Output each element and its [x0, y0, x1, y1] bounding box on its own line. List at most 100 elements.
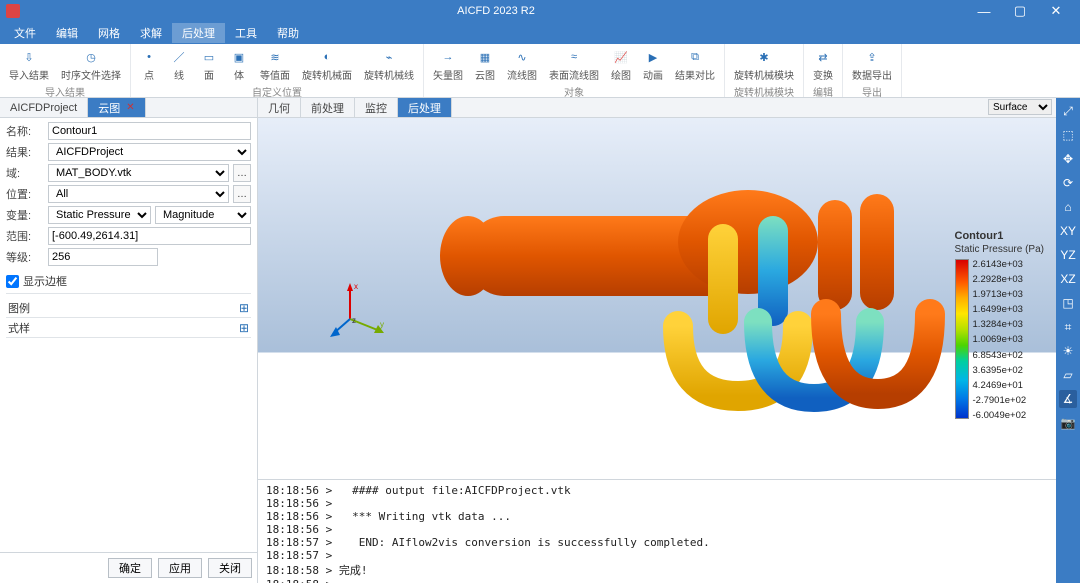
legend-ticks: 2.6143e+032.2928e+031.9713e+031.6499e+03… [973, 259, 1027, 421]
ok-button[interactable]: 确定 [108, 558, 152, 578]
menu-item-2[interactable]: 网格 [88, 23, 130, 43]
anim-button[interactable]: ▶动画 [640, 46, 666, 84]
expand-icon: ⊞ [239, 321, 249, 335]
import-button[interactable]: ⇩导入结果 [6, 46, 52, 84]
result-select[interactable]: AICFDProject [48, 143, 251, 161]
3d-viewport[interactable]: x y z Contour1 Static Pressure (Pa) 2.61… [258, 118, 1056, 479]
render-mode-select[interactable]: Surface [988, 99, 1052, 115]
close-icon[interactable]: ✕ [126, 102, 134, 113]
show-border-checkbox[interactable] [6, 275, 19, 288]
menu-item-6[interactable]: 帮助 [267, 23, 309, 43]
viewport-tabs: 几何前处理监控后处理 Surface [258, 98, 1056, 118]
xy-plane-icon[interactable]: XY [1059, 222, 1077, 240]
close-panel-button[interactable]: 关闭 [208, 558, 252, 578]
prop-label-result: 结果: [6, 144, 44, 160]
legend-expander[interactable]: 图例⊞ [6, 298, 251, 318]
menu-item-1[interactable]: 编辑 [46, 23, 88, 43]
streamline-icon: ∿ [513, 48, 531, 66]
export-button[interactable]: ⇪数据导出 [849, 46, 895, 84]
property-sidebar: AICFDProject云图✕ 名称: 结果: AICFDProject 域: … [0, 98, 258, 583]
variable-select[interactable]: Static Pressure [48, 206, 151, 224]
clock-icon: ◷ [82, 48, 100, 66]
prop-label-name: 名称: [6, 123, 44, 139]
point-button[interactable]: •点 [137, 46, 161, 84]
range-input[interactable] [48, 227, 251, 245]
maximize-button[interactable]: ▢ [1002, 0, 1038, 22]
sidebar-tab-0[interactable]: AICFDProject [0, 98, 88, 117]
transform-button[interactable]: ⇄变换 [810, 46, 836, 84]
vector-button[interactable]: →矢量图 [430, 46, 466, 84]
rotate-icon[interactable]: ⟳ [1059, 174, 1077, 192]
line-button[interactable]: ／线 [167, 46, 191, 84]
export-icon: ⇪ [863, 48, 881, 66]
legend-title: Contour1 [955, 230, 1044, 242]
view-tab-3[interactable]: 后处理 [398, 98, 452, 117]
levels-input[interactable] [48, 248, 158, 266]
turbo-line-icon: ⌁ [380, 48, 398, 66]
menu-item-5[interactable]: 工具 [225, 23, 267, 43]
location-more-button[interactable]: … [233, 185, 251, 203]
ribbon-toolbar: ⇩导入结果◷时序文件选择导入结果•点／线▭面▣体≋等值面◐旋转机械面⌁旋转机械线… [0, 44, 1080, 98]
style-expander[interactable]: 式样⊞ [6, 318, 251, 338]
measure-icon[interactable]: ∡ [1059, 390, 1077, 408]
view-tab-2[interactable]: 监控 [355, 98, 398, 117]
show-border-row[interactable]: 显示边框 [6, 269, 251, 294]
xz-plane-icon[interactable]: XZ [1059, 270, 1077, 288]
variable-mode-select[interactable]: Magnitude [155, 206, 251, 224]
light-icon[interactable]: ☀ [1059, 342, 1077, 360]
turbo-mod-button[interactable]: ✱旋转机械模块 [731, 46, 797, 84]
volume-button[interactable]: ▣体 [227, 46, 251, 84]
turbo-line-button[interactable]: ⌁旋转机械线 [361, 46, 417, 84]
app-title: AICFD 2023 R2 [26, 5, 966, 17]
compare-icon: ⧉ [686, 48, 704, 66]
sidebar-tab-1[interactable]: 云图✕ [88, 98, 145, 117]
contour-button[interactable]: ▦云图 [472, 46, 498, 84]
menu-item-0[interactable]: 文件 [4, 23, 46, 43]
domain-select[interactable]: MAT_BODY.vtk [48, 164, 229, 182]
transform-icon: ⇄ [814, 48, 832, 66]
reset-icon[interactable]: ⌂ [1059, 198, 1077, 216]
legend-tick: 2.2928e+03 [973, 274, 1027, 285]
vector-icon: → [439, 48, 457, 66]
plot-icon: 📈 [612, 48, 630, 66]
apply-button[interactable]: 应用 [158, 558, 202, 578]
view-tab-0[interactable]: 几何 [258, 98, 301, 117]
plot-button[interactable]: 📈绘图 [608, 46, 634, 84]
right-toolstrip: ⤢ ⬚ ✥ ⟳ ⌂ XY YZ XZ ◳ ⌗ ☀ ▱ ∡ 📷 [1056, 98, 1080, 583]
streamline-button[interactable]: ∿流线图 [504, 46, 540, 84]
svg-text:x: x [354, 282, 358, 291]
axes-gizmo-icon: x y z [330, 279, 390, 339]
menu-item-4[interactable]: 后处理 [172, 23, 225, 43]
compare-button[interactable]: ⧉结果对比 [672, 46, 718, 84]
turbo-sec-button[interactable]: ◐旋转机械面 [299, 46, 355, 84]
svg-text:y: y [380, 320, 384, 329]
isosurf-button[interactable]: ≋等值面 [257, 46, 293, 84]
menu-item-3[interactable]: 求解 [130, 23, 172, 43]
close-button[interactable]: ✕ [1038, 0, 1074, 22]
bg-icon[interactable]: ▱ [1059, 366, 1077, 384]
legend-tick: 2.6143e+03 [973, 259, 1027, 270]
iso-icon[interactable]: ◳ [1059, 294, 1077, 312]
surfstream-button[interactable]: ≈表面流线图 [546, 46, 602, 84]
fit-view-icon[interactable]: ⤢ [1059, 102, 1077, 120]
surface-button[interactable]: ▭面 [197, 46, 221, 84]
domain-more-button[interactable]: … [233, 164, 251, 182]
location-select[interactable]: All [48, 185, 229, 203]
contour-icon: ▦ [476, 48, 494, 66]
title-bar: AICFD 2023 R2 — ▢ ✕ [0, 0, 1080, 22]
yz-plane-icon[interactable]: YZ [1059, 246, 1077, 264]
pan-icon[interactable]: ✥ [1059, 150, 1077, 168]
output-console[interactable]: 18:18:56 > #### output file:AICFDProject… [258, 479, 1056, 583]
screenshot-icon[interactable]: 📷 [1059, 414, 1077, 432]
minimize-button[interactable]: — [966, 0, 1002, 22]
line-icon: ／ [170, 48, 188, 66]
clock-button[interactable]: ◷时序文件选择 [58, 46, 124, 84]
wireframe-icon[interactable]: ⌗ [1059, 318, 1077, 336]
prop-label-variable: 变量: [6, 207, 44, 223]
app-logo-icon [6, 4, 20, 18]
zoom-box-icon[interactable]: ⬚ [1059, 126, 1077, 144]
legend-tick: 6.8543e+02 [973, 350, 1027, 361]
name-input[interactable] [48, 122, 251, 140]
legend-tick: 4.2469e+01 [973, 380, 1027, 391]
view-tab-1[interactable]: 前处理 [301, 98, 355, 117]
